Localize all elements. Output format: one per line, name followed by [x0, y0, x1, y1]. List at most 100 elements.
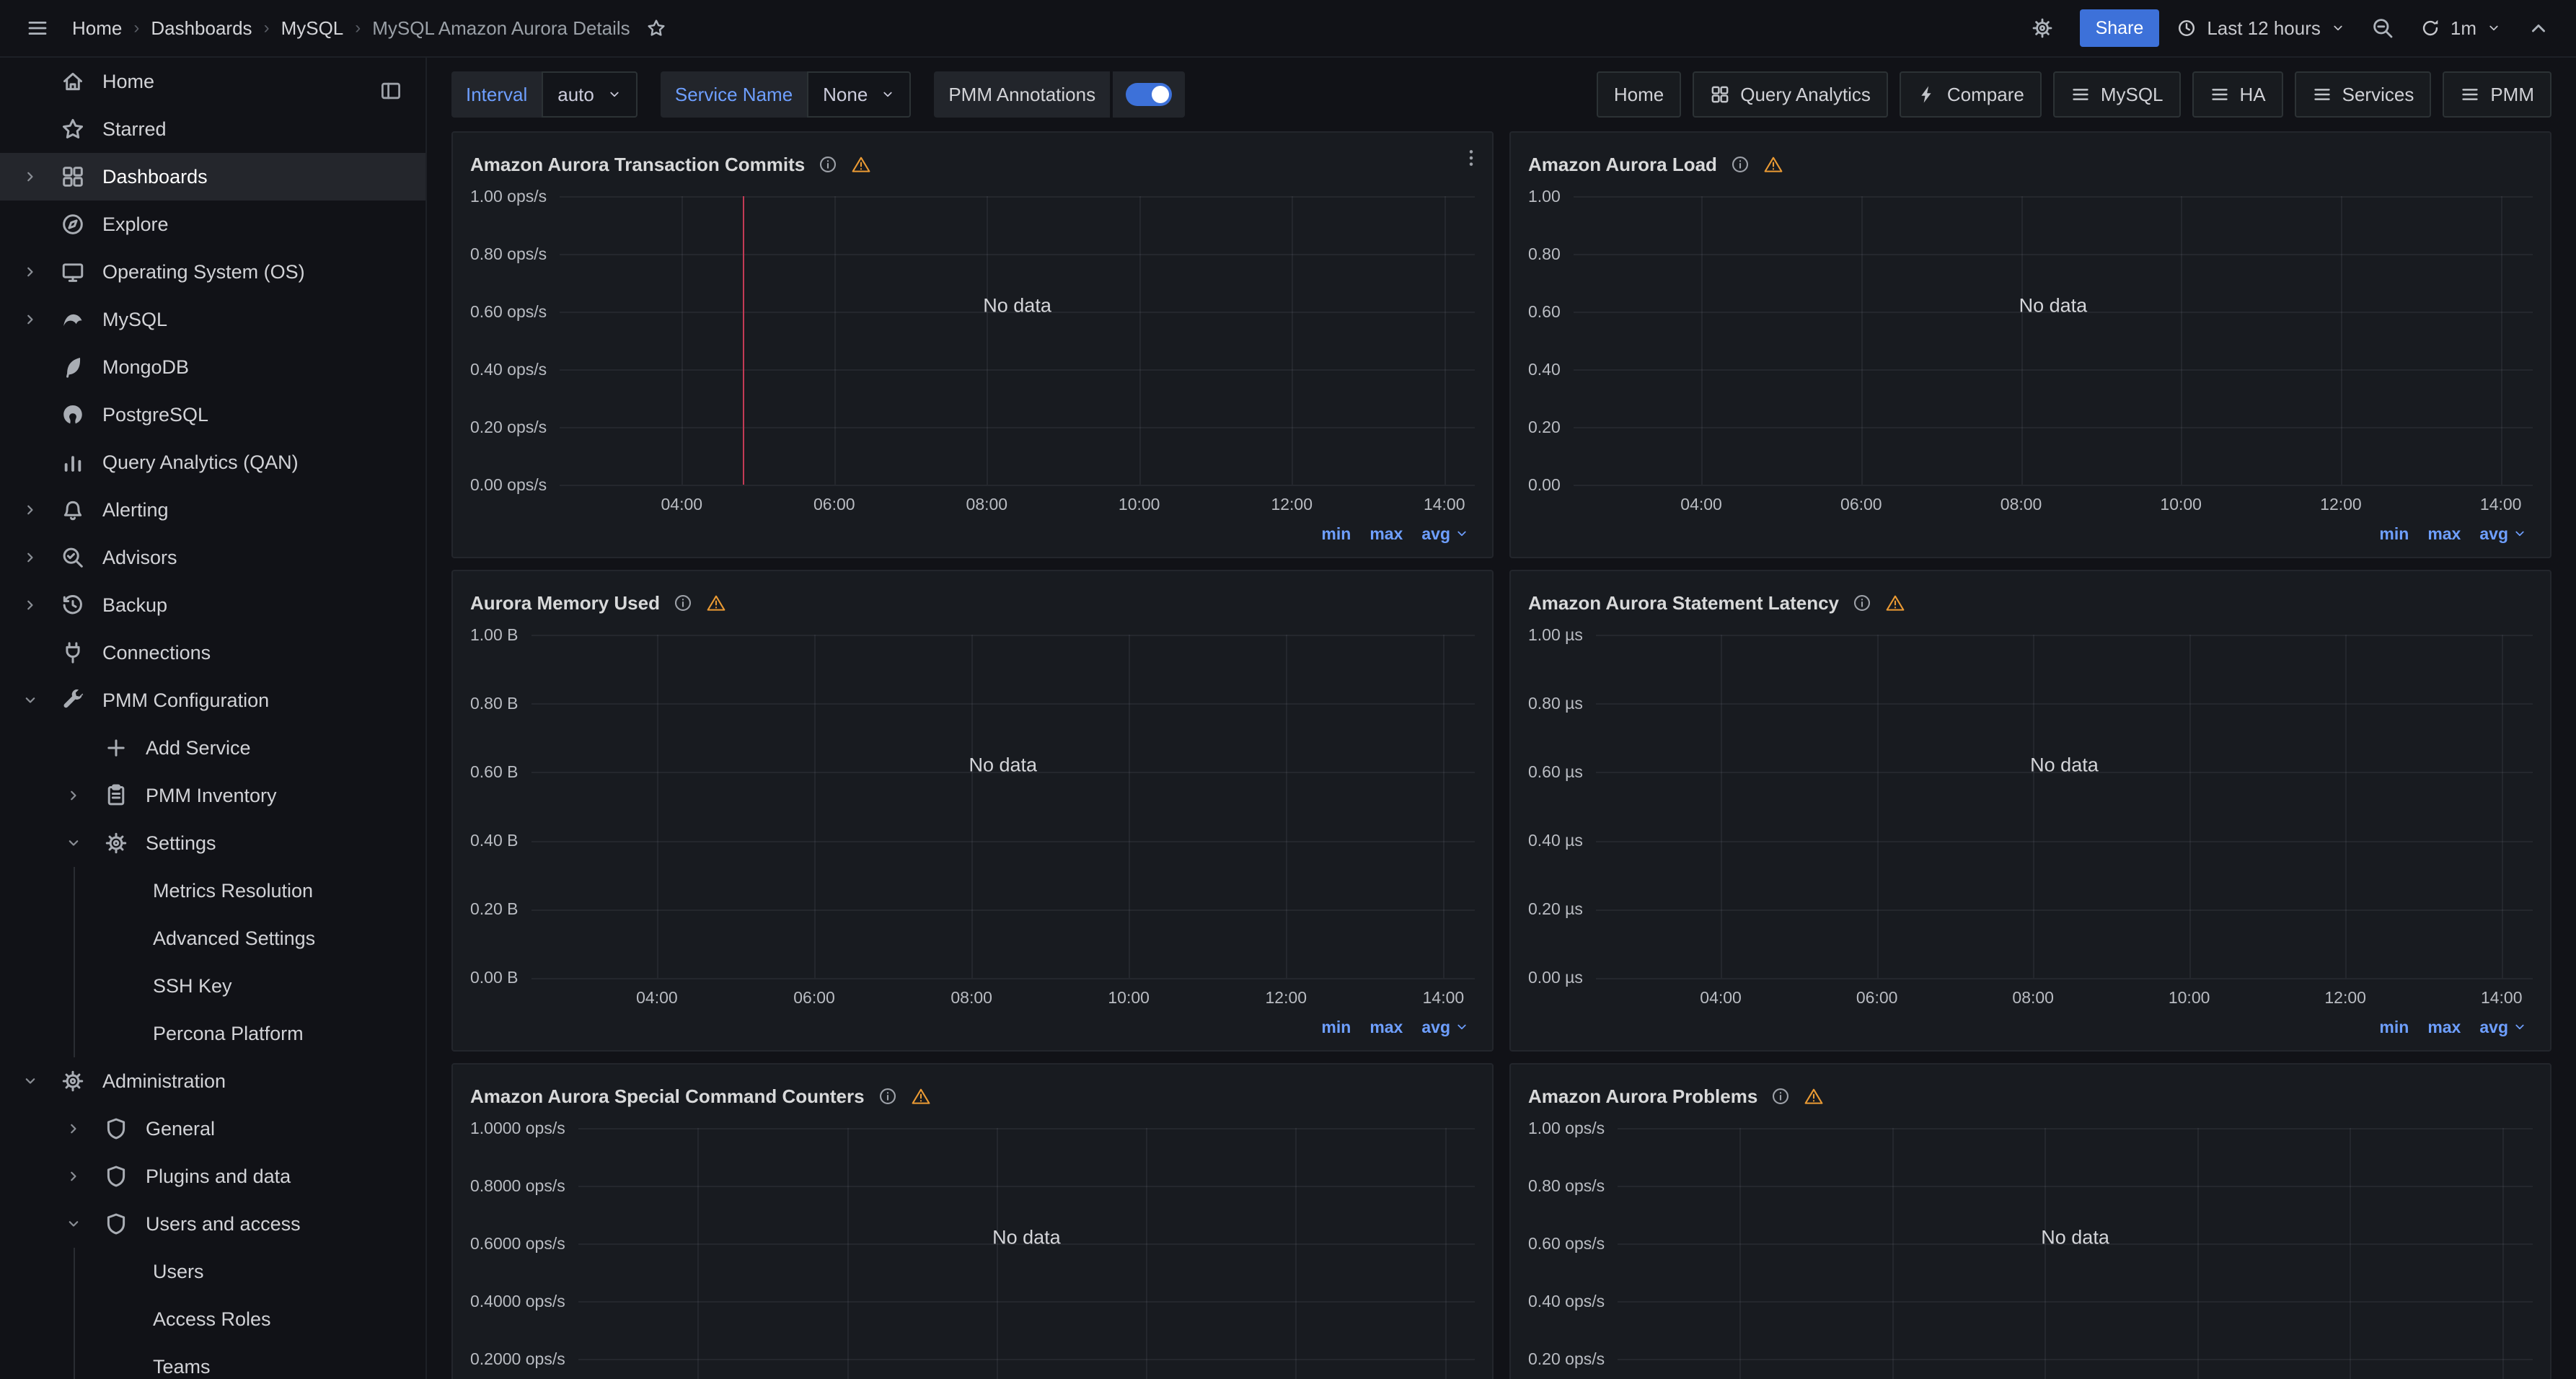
sidebar-item-advisors[interactable]: Advisors [0, 534, 425, 581]
sidebar-item-users-and-access[interactable]: Users and access [0, 1200, 425, 1248]
sidebar-item-alerting[interactable]: Alerting [0, 486, 425, 534]
sidebar-item-users[interactable]: Users [0, 1248, 425, 1295]
warning-icon[interactable] [1804, 1086, 1824, 1106]
legend-min[interactable]: min [1321, 1018, 1351, 1037]
sidebar-item-starred[interactable]: Starred [0, 105, 425, 153]
sidebar-item-pmm-inventory[interactable]: PMM Inventory [0, 772, 425, 819]
plot-area[interactable]: No data [1574, 196, 2533, 485]
sidebar-item-mongodb[interactable]: MongoDB [0, 343, 425, 391]
interval-select[interactable]: auto [542, 71, 638, 118]
breadcrumb-mysql[interactable]: MySQL [281, 17, 344, 40]
collapse-topnav-button[interactable] [2518, 8, 2559, 48]
legend-min[interactable]: min [2379, 524, 2409, 544]
panel-menu-button[interactable] [1460, 147, 1482, 169]
sidebar-item-pmm-configuration[interactable]: PMM Configuration [0, 677, 425, 724]
sidebar-item-settings[interactable]: Settings [0, 819, 425, 867]
sidebar-item-query-analytics-qan[interactable]: Query Analytics (QAN) [0, 439, 425, 486]
chevron-right-icon[interactable] [58, 1121, 89, 1137]
legend-avg[interactable]: avg [1421, 524, 1469, 544]
legend-avg[interactable]: avg [1421, 1018, 1469, 1037]
link-home[interactable]: Home [1597, 71, 1681, 118]
sidebar-item-metrics-resolution[interactable]: Metrics Resolution [0, 867, 425, 915]
chevron-down-icon[interactable] [58, 835, 89, 851]
chevron-right-icon[interactable] [14, 502, 46, 518]
link-ha[interactable]: HA [2192, 71, 2283, 118]
panel-title[interactable]: Aurora Memory Used [470, 592, 660, 614]
breadcrumb-home[interactable]: Home [72, 17, 122, 40]
panel-title[interactable]: Amazon Aurora Transaction Commits [470, 154, 805, 176]
breadcrumb-dashboards[interactable]: Dashboards [151, 17, 252, 40]
warning-icon[interactable] [1763, 154, 1783, 175]
chevron-right-icon[interactable] [14, 169, 46, 185]
info-icon[interactable] [878, 1086, 898, 1106]
chevron-right-icon[interactable] [14, 312, 46, 327]
mega-menu-toggle[interactable] [17, 8, 58, 48]
chevron-right-icon[interactable] [14, 597, 46, 613]
sidebar-item-administration[interactable]: Administration [0, 1057, 425, 1105]
sidebar-item-operating-system-os[interactable]: Operating System (OS) [0, 248, 425, 296]
legend-min[interactable]: min [2379, 1018, 2409, 1037]
legend-max[interactable]: max [1369, 524, 1403, 544]
chevron-right-icon[interactable] [58, 788, 89, 803]
sidebar-item-general[interactable]: General [0, 1105, 425, 1153]
sidebar-item-ssh-key[interactable]: SSH Key [0, 962, 425, 1010]
chevron-right-icon[interactable] [14, 550, 46, 565]
warning-icon[interactable] [911, 1086, 931, 1106]
info-icon[interactable] [1770, 1086, 1791, 1106]
plot-area[interactable]: No data [560, 196, 1475, 485]
service-name-select[interactable]: None [807, 71, 911, 118]
sidebar-item-add-service[interactable]: Add Service [0, 724, 425, 772]
legend-avg[interactable]: avg [2479, 1018, 2527, 1037]
sidebar-item-advanced-settings[interactable]: Advanced Settings [0, 915, 425, 962]
favorite-button[interactable] [636, 8, 676, 48]
warning-icon[interactable] [851, 154, 871, 175]
sidebar-item-explore[interactable]: Explore [0, 201, 425, 248]
time-range-picker[interactable]: Last 12 hours [2176, 17, 2345, 40]
sidebar-item-backup[interactable]: Backup [0, 581, 425, 629]
info-icon[interactable] [818, 154, 838, 175]
sidebar-item-percona-platform[interactable]: Percona Platform [0, 1010, 425, 1057]
sidebar-item-plugins-and-data[interactable]: Plugins and data [0, 1153, 425, 1200]
info-icon[interactable] [1852, 593, 1872, 613]
plot-area[interactable]: No data [578, 1128, 1475, 1379]
link-services[interactable]: Services [2295, 71, 2432, 118]
link-query-analytics[interactable]: Query Analytics [1693, 71, 1888, 118]
warning-icon[interactable] [706, 593, 726, 613]
plot-area[interactable]: No data [1618, 1128, 2533, 1379]
sidebar-item-dashboards[interactable]: Dashboards [0, 153, 425, 201]
chevron-down-icon[interactable] [14, 1073, 46, 1089]
panel-title[interactable]: Amazon Aurora Special Command Counters [470, 1085, 865, 1108]
legend-max[interactable]: max [1369, 1018, 1403, 1037]
chevron-right-icon[interactable] [58, 1168, 89, 1184]
plot-area[interactable]: No data [1596, 635, 2533, 978]
annotation-line[interactable] [743, 196, 744, 485]
legend-avg[interactable]: avg [2479, 524, 2527, 544]
link-compare[interactable]: Compare [1900, 71, 2042, 118]
sidebar-item-postgresql[interactable]: PostgreSQL [0, 391, 425, 439]
sidebar-item-connections[interactable]: Connections [0, 629, 425, 677]
sidebar-item-mysql[interactable]: MySQL [0, 296, 425, 343]
panel-title[interactable]: Amazon Aurora Statement Latency [1528, 592, 1839, 614]
link-pmm[interactable]: PMM [2443, 71, 2551, 118]
info-icon[interactable] [1730, 154, 1750, 175]
refresh-picker[interactable]: 1m [2420, 17, 2501, 40]
share-button[interactable]: Share [2080, 9, 2160, 47]
info-icon[interactable] [673, 593, 693, 613]
sidebar-item-access-roles[interactable]: Access Roles [0, 1295, 425, 1343]
panel-title[interactable]: Amazon Aurora Load [1528, 154, 1717, 176]
dashboard-settings-button[interactable] [2022, 8, 2063, 48]
sidebar-item-home[interactable]: Home [0, 58, 425, 105]
warning-icon[interactable] [1885, 593, 1905, 613]
legend-min[interactable]: min [1321, 524, 1351, 544]
chevron-down-icon[interactable] [14, 692, 46, 708]
plot-area[interactable]: No data [531, 635, 1476, 978]
zoom-out-button[interactable] [2363, 8, 2403, 48]
chevron-right-icon[interactable] [14, 264, 46, 280]
sidebar-item-teams[interactable]: Teams [0, 1343, 425, 1379]
legend-max[interactable]: max [2427, 1018, 2461, 1037]
chevron-down-icon[interactable] [58, 1216, 89, 1232]
panel-title[interactable]: Amazon Aurora Problems [1528, 1085, 1757, 1108]
pmm-annotations-toggle[interactable] [1113, 71, 1185, 118]
link-mysql[interactable]: MySQL [2053, 71, 2181, 118]
legend-max[interactable]: max [2427, 524, 2461, 544]
